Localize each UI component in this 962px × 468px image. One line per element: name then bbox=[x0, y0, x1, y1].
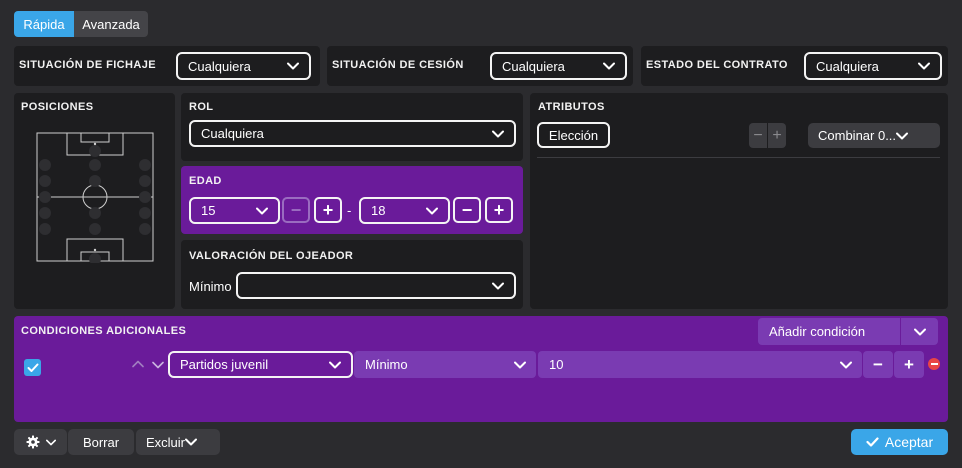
role-panel: ROL Cualquiera bbox=[181, 93, 523, 161]
loan-status-panel: SITUACIÓN DE CESIÓN Cualquiera bbox=[327, 46, 633, 86]
move-down-button[interactable] bbox=[152, 361, 164, 369]
loan-status-label: SITUACIÓN DE CESIÓN bbox=[332, 59, 464, 71]
attributes-panel: ATRIBUTOS Elección − + Combinar 0... bbox=[530, 93, 948, 309]
age-separator: - bbox=[347, 203, 352, 218]
chevron-down-icon bbox=[492, 130, 504, 138]
exclude-label: Excluir bbox=[146, 434, 186, 450]
contract-status-label: ESTADO DEL CONTRATO bbox=[646, 59, 788, 71]
chevron-down-icon bbox=[329, 361, 341, 369]
clear-button[interactable]: Borrar bbox=[68, 429, 134, 455]
chevron-down-icon bbox=[896, 132, 909, 140]
positions-panel: POSICIONES bbox=[14, 93, 175, 309]
attributes-combine-value: Combinar 0... bbox=[818, 128, 897, 143]
condition-value-increase-button[interactable]: + bbox=[894, 351, 924, 378]
attributes-label: ATRIBUTOS bbox=[538, 101, 605, 113]
scout-rating-dropdown[interactable] bbox=[236, 272, 516, 299]
chevron-down-icon bbox=[185, 438, 198, 446]
condition-checkbox[interactable] bbox=[24, 359, 41, 376]
chevron-down-icon bbox=[918, 62, 930, 70]
pitch-diagram[interactable] bbox=[35, 131, 155, 263]
condition-value: 10 bbox=[549, 357, 564, 372]
accept-label: Aceptar bbox=[884, 434, 934, 450]
transfer-status-label: SITUACIÓN DE FICHAJE bbox=[19, 59, 156, 71]
chevron-down-icon bbox=[492, 282, 504, 290]
exclude-dropdown[interactable]: Excluir bbox=[136, 429, 220, 455]
transfer-status-dropdown[interactable]: Cualquiera bbox=[176, 52, 311, 80]
condition-operator-value: Mínimo bbox=[365, 357, 408, 372]
age-min-increase-button[interactable]: + bbox=[314, 197, 342, 223]
chevron-down-icon bbox=[426, 207, 438, 215]
age-min-value: 15 bbox=[201, 203, 216, 218]
age-min-decrease-button[interactable]: − bbox=[282, 197, 310, 223]
additional-conditions-label: CONDICIONES ADICIONALES bbox=[21, 325, 187, 337]
role-value: Cualquiera bbox=[201, 126, 264, 141]
attributes-decrease-button[interactable]: − bbox=[749, 123, 767, 148]
condition-operator-dropdown[interactable]: Mínimo bbox=[354, 351, 536, 378]
age-max-decrease-button[interactable]: − bbox=[453, 197, 481, 223]
checkbox-checked-icon bbox=[27, 363, 38, 372]
contract-status-dropdown[interactable]: Cualquiera bbox=[804, 52, 942, 80]
age-max-value: 18 bbox=[371, 203, 386, 218]
role-label: ROL bbox=[189, 101, 214, 113]
additional-conditions-panel: CONDICIONES ADICIONALES Añadir condición… bbox=[14, 316, 948, 422]
age-max-dropdown[interactable]: 18 bbox=[359, 197, 450, 224]
chevron-down-icon bbox=[603, 62, 615, 70]
age-label: EDAD bbox=[189, 175, 222, 187]
chevron-down-icon bbox=[913, 328, 926, 336]
contract-status-value: Cualquiera bbox=[816, 58, 879, 74]
settings-menu-button[interactable] bbox=[14, 429, 67, 455]
age-panel: EDAD 15 − + - 18 − + bbox=[181, 166, 523, 234]
contract-status-panel: ESTADO DEL CONTRATO Cualquiera bbox=[641, 46, 948, 86]
remove-condition-button[interactable] bbox=[928, 358, 940, 370]
chevron-down-icon bbox=[514, 361, 526, 369]
attributes-choice-button[interactable]: Elección bbox=[537, 122, 610, 148]
transfer-status-panel: SITUACIÓN DE FICHAJE Cualquiera bbox=[14, 46, 320, 86]
remove-circle-icon bbox=[930, 363, 938, 365]
scout-rating-prefix: Mínimo bbox=[189, 279, 232, 294]
chevron-up-icon bbox=[132, 360, 144, 368]
add-condition-dropdown-toggle[interactable] bbox=[901, 318, 938, 345]
chevron-down-icon bbox=[152, 361, 164, 369]
move-up-button[interactable] bbox=[132, 360, 144, 368]
chevron-down-icon bbox=[840, 361, 852, 369]
condition-value-decrease-button[interactable]: − bbox=[863, 351, 893, 378]
tab-quick[interactable]: Rápida bbox=[14, 11, 74, 37]
chevron-down-icon bbox=[45, 439, 56, 445]
condition-field-value: Partidos juvenil bbox=[180, 357, 269, 372]
attributes-increase-button[interactable]: + bbox=[768, 123, 786, 148]
role-dropdown[interactable]: Cualquiera bbox=[189, 120, 516, 147]
accept-button[interactable]: Aceptar bbox=[851, 429, 948, 455]
loan-status-value: Cualquiera bbox=[502, 58, 565, 74]
check-icon bbox=[866, 437, 879, 447]
condition-value-dropdown[interactable]: 10 bbox=[538, 351, 862, 378]
positions-label: POSICIONES bbox=[21, 101, 94, 113]
transfer-status-value: Cualquiera bbox=[188, 58, 251, 74]
scout-rating-panel: VALORACIÓN DEL OJEADOR Mínimo bbox=[181, 240, 523, 309]
scout-rating-label: VALORACIÓN DEL OJEADOR bbox=[189, 250, 354, 262]
attributes-divider bbox=[537, 157, 940, 158]
tab-advanced[interactable]: Avanzada bbox=[74, 11, 148, 37]
gear-icon bbox=[26, 435, 39, 449]
chevron-down-icon bbox=[256, 207, 268, 215]
loan-status-dropdown[interactable]: Cualquiera bbox=[490, 52, 627, 80]
add-condition-button[interactable]: Añadir condición bbox=[758, 318, 900, 345]
age-min-dropdown[interactable]: 15 bbox=[189, 197, 280, 224]
chevron-down-icon bbox=[287, 62, 299, 70]
attributes-combine-dropdown[interactable]: Combinar 0... bbox=[808, 123, 940, 148]
age-max-increase-button[interactable]: + bbox=[485, 197, 513, 223]
condition-field-dropdown[interactable]: Partidos juvenil bbox=[168, 351, 353, 378]
